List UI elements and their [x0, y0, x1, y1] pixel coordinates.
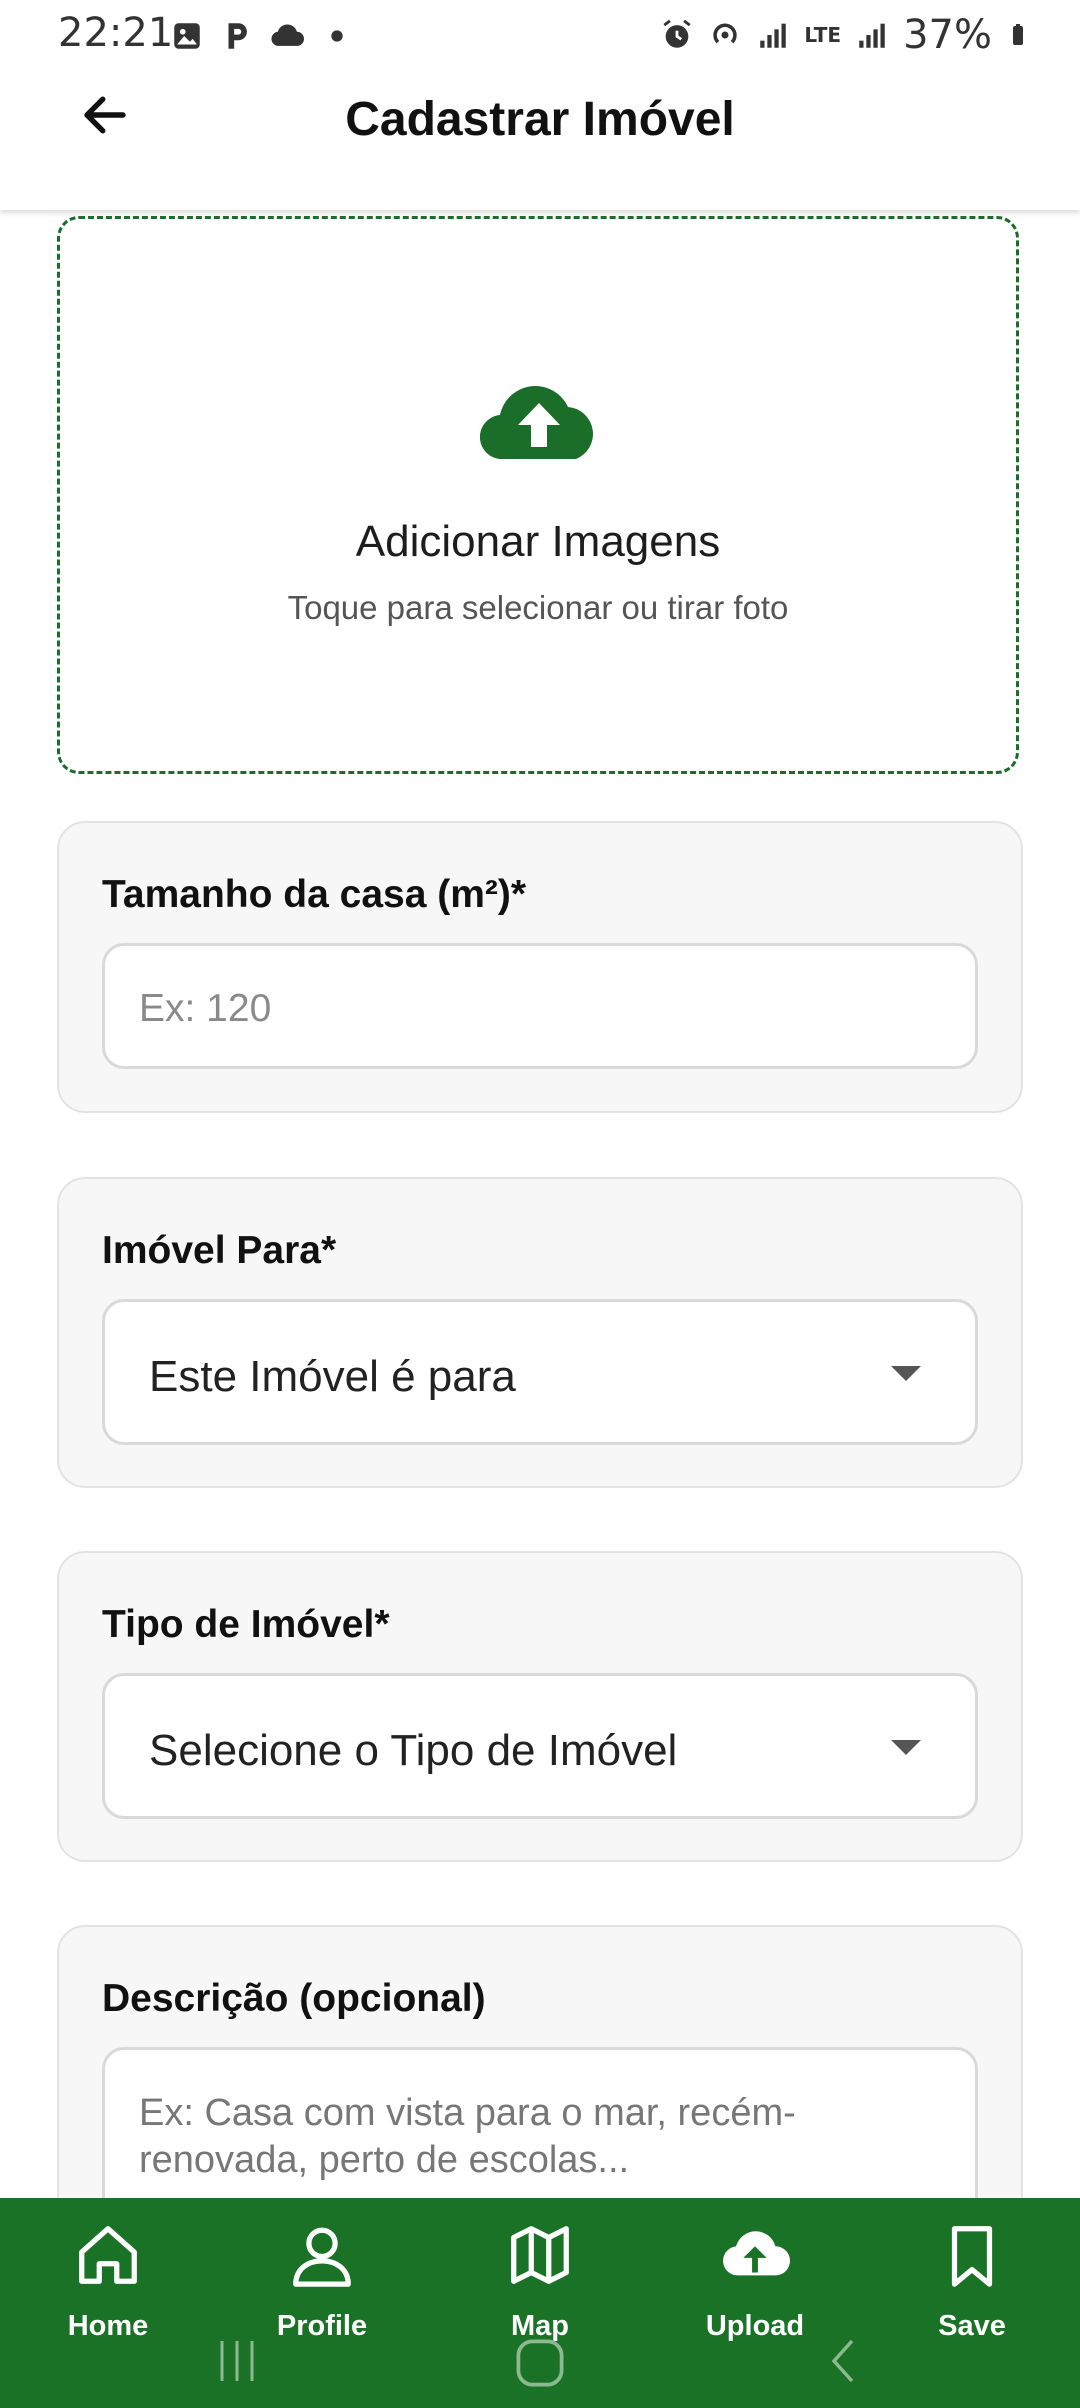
upload-title: Adicionar Imagens: [355, 517, 721, 566]
parking-icon: [228, 23, 247, 49]
alarm-icon: [663, 19, 691, 48]
cloud-icon: [271, 24, 304, 46]
dot-icon: [331, 30, 343, 42]
hotspot-icon: [713, 23, 738, 44]
page-title: Cadastrar Imóvel: [345, 93, 735, 146]
purpose-label: Imóvel Para*: [102, 1229, 337, 1272]
battery-icon: [1013, 24, 1023, 45]
nav-item-home[interactable]: Home: [8, 2198, 208, 2408]
add-images-dropzone[interactable]: Adicionar Imagens Toque para selecionar …: [57, 216, 1019, 774]
purpose-select[interactable]: Este Imóvel é para: [102, 1299, 978, 1445]
nav-item-save[interactable]: Save: [872, 2198, 1072, 2408]
status-left-icons: [170, 14, 354, 58]
purpose-selected: Este Imóvel é para: [149, 1352, 516, 1401]
size-placeholder: Ex: 120: [139, 987, 272, 1030]
purpose-card: Imóvel Para* Este Imóvel é para: [57, 1177, 1023, 1488]
type-select[interactable]: Selecione o Tipo de Imóvel: [102, 1673, 978, 1819]
signal-icon: [859, 23, 885, 48]
status-bar: 22:21 LTE 37%: [0, 0, 1080, 70]
home-system-icon[interactable]: [513, 2336, 567, 2390]
home-icon: [79, 2226, 137, 2284]
type-label: Tipo de Imóvel*: [102, 1603, 390, 1646]
size-input[interactable]: Ex: 120: [102, 943, 978, 1069]
cloud-upload-icon: [723, 2231, 790, 2276]
size-card: Tamanho da casa (m²)* Ex: 120: [57, 821, 1023, 1113]
upload-subtitle: Toque para selecionar ou tirar foto: [287, 589, 789, 626]
description-placeholder: Ex: Casa com vista para o mar, recém-ren…: [139, 2092, 796, 2181]
status-time: 22:21: [58, 10, 174, 56]
back-system-icon[interactable]: [820, 2336, 870, 2386]
battery-percentage: 37%: [903, 12, 992, 58]
status-right-icons: LTE 37%: [660, 10, 1030, 60]
chevron-down-icon: [891, 1740, 921, 1755]
cloud-upload-icon: [480, 386, 593, 460]
nav-label-save: Save: [938, 2310, 1006, 2342]
size-label: Tamanho da casa (m²)*: [102, 873, 527, 916]
chevron-down-icon: [891, 1366, 921, 1381]
nav-label-home: Home: [67, 2310, 149, 2342]
person-icon: [293, 2227, 351, 2287]
description-label: Descrição (opcional): [102, 1977, 486, 2020]
recent-apps-icon[interactable]: [212, 2336, 262, 2386]
type-card: Tipo de Imóvel* Selecione o Tipo de Imóv…: [57, 1551, 1023, 1862]
map-icon: [511, 2226, 569, 2284]
bookmark-icon: [951, 2226, 993, 2287]
image-icon: [174, 23, 200, 49]
signal-icon: [760, 23, 787, 48]
app-bar: Cadastrar Imóvel: [0, 70, 1080, 210]
type-selected: Selecione o Tipo de Imóvel: [149, 1726, 678, 1775]
bottom-nav: Home Profile Map Upload Save: [0, 2198, 1080, 2408]
network-type: LTE: [804, 23, 842, 47]
